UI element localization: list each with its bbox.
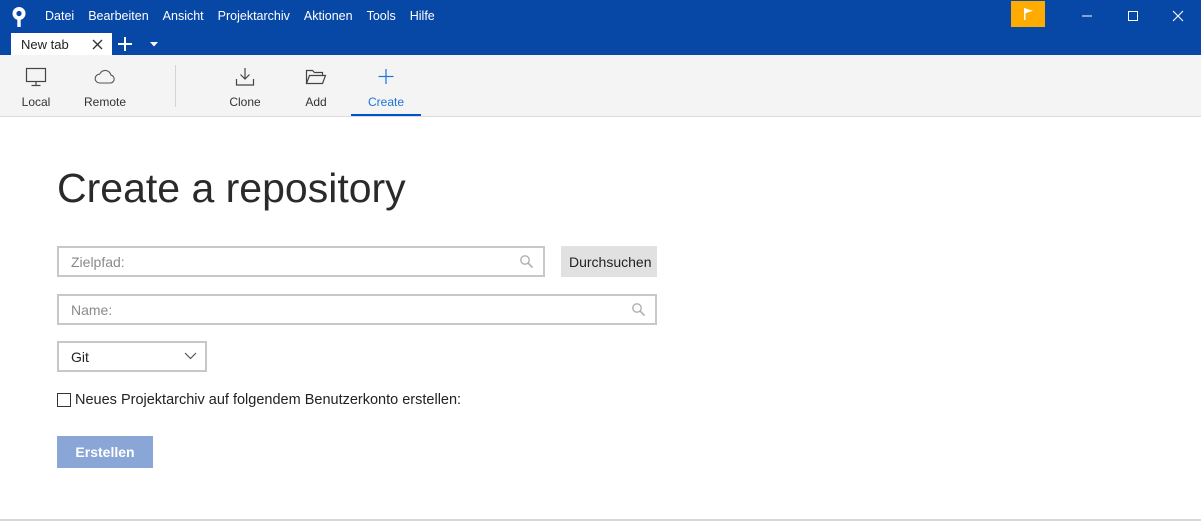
toolbar: Local Remote Clone Add Create — [0, 55, 1201, 117]
maximize-button[interactable] — [1110, 0, 1156, 32]
folder-open-icon — [305, 69, 327, 85]
page-title: Create a repository — [57, 165, 406, 211]
destination-path-input[interactable] — [71, 248, 515, 275]
active-tab-indicator — [351, 114, 421, 116]
create-on-account-label[interactable]: Neues Projektarchiv auf folgendem Benutz… — [75, 392, 461, 408]
clone-button[interactable]: Clone — [215, 55, 275, 116]
remote-label: Remote — [83, 95, 127, 109]
local-label: Local — [21, 95, 51, 109]
add-label: Add — [305, 95, 327, 109]
create-label: Create — [367, 95, 405, 109]
repository-type-select[interactable]: Git — [57, 341, 207, 372]
title-bar: Datei Bearbeiten Ansicht Projektarchiv A… — [0, 0, 1201, 55]
menu-bar: Datei Bearbeiten Ansicht Projektarchiv A… — [38, 0, 442, 32]
new-tab-plus-icon[interactable] — [116, 35, 134, 53]
menu-bearbeiten[interactable]: Bearbeiten — [81, 0, 155, 32]
minimize-icon — [1082, 15, 1092, 17]
maximize-icon — [1128, 11, 1138, 21]
search-icon — [520, 255, 534, 269]
search-icon — [632, 303, 646, 317]
repository-name-field[interactable] — [57, 294, 657, 325]
menu-tools[interactable]: Tools — [360, 0, 403, 32]
menu-datei[interactable]: Datei — [38, 0, 81, 32]
repository-type-value: Git — [71, 349, 89, 365]
remote-button[interactable]: Remote — [75, 55, 135, 116]
tab-label: New tab — [21, 37, 69, 52]
clone-label: Clone — [229, 95, 261, 109]
create-button-tab[interactable]: Create — [351, 55, 421, 116]
menu-ansicht[interactable]: Ansicht — [156, 0, 211, 32]
tab-new-tab[interactable]: New tab — [11, 33, 112, 55]
menu-hilfe[interactable]: Hilfe — [403, 0, 442, 32]
repository-name-input[interactable] — [71, 296, 627, 323]
browse-button[interactable]: Durchsuchen — [561, 246, 657, 277]
create-repository-button[interactable]: Erstellen — [57, 436, 153, 468]
close-icon — [1172, 10, 1184, 22]
destination-path-field[interactable] — [57, 246, 545, 277]
local-button[interactable]: Local — [6, 55, 66, 116]
cloud-icon — [94, 69, 115, 84]
toolbar-divider — [175, 65, 176, 107]
close-window-button[interactable] — [1155, 0, 1201, 32]
plus-icon — [378, 69, 394, 84]
minimize-button[interactable] — [1064, 0, 1110, 32]
tab-list-dropdown-icon[interactable] — [149, 40, 159, 48]
notifications-flag-button[interactable] — [1011, 1, 1045, 27]
create-on-account-checkbox[interactable] — [57, 393, 71, 407]
close-tab-icon[interactable] — [92, 39, 103, 50]
menu-aktionen[interactable]: Aktionen — [297, 0, 360, 32]
monitor-icon — [25, 67, 47, 87]
menu-projektarchiv[interactable]: Projektarchiv — [211, 0, 297, 32]
download-icon — [235, 68, 255, 86]
flag-icon — [1024, 8, 1033, 20]
chevron-down-icon — [184, 352, 197, 360]
sourcetree-logo-icon — [12, 7, 26, 27]
add-button[interactable]: Add — [286, 55, 346, 116]
